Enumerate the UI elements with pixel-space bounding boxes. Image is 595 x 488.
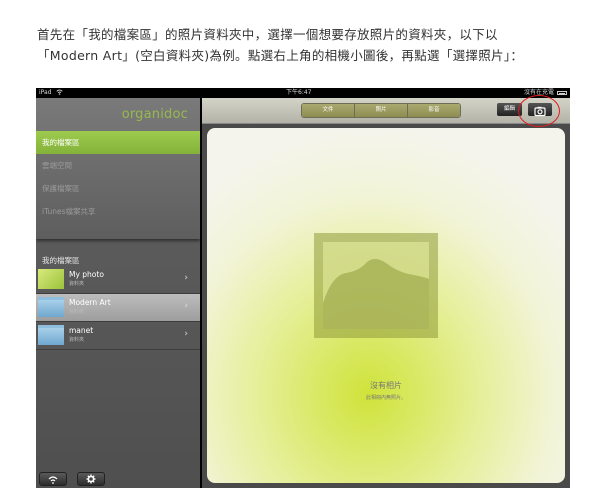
folder-icon (38, 297, 64, 317)
battery-icon (557, 91, 567, 95)
settings-button[interactable] (77, 472, 105, 486)
folder-item-manet[interactable]: manet 資料夾 › (36, 322, 200, 350)
gear-icon (86, 474, 96, 484)
toolbar: 文件 照片 影音 編輯 (202, 95, 570, 127)
sidebar-item-cloud[interactable]: 雲端空間 (36, 154, 200, 177)
sidebar: organidoc 我的檔案區 雲端空間 保護檔案區 iTunes檔案共享 我的… (36, 98, 200, 488)
ipad-screenshot: iPad 下午6:47 沒有在充電 organidoc 我的檔案區 雲端空間 保… (36, 88, 570, 488)
chevron-right-icon: › (184, 301, 188, 311)
folder-name: My photo (69, 270, 104, 279)
folder-subtitle: 資料夾 (69, 309, 85, 315)
status-bar: iPad 下午6:47 沒有在充電 (36, 88, 570, 98)
sidebar-nav-panel: organidoc 我的檔案區 雲端空間 保護檔案區 iTunes檔案共享 (36, 98, 200, 239)
photo-content-area: 沒有相片 此相冊內無照片。 (207, 128, 565, 483)
wifi-icon (48, 476, 58, 484)
instruction-line-2: 「Modern Art」(空白資料夾)為例。點選右上角的相機小圖後，再點選「選擇… (37, 48, 524, 63)
instruction-line-1: 首先在「我的檔案區」的照片資料夾中，選擇一個想要存放照片的資料夾，以下以 (37, 27, 498, 42)
segmented-control: 文件 照片 影音 (301, 103, 461, 118)
sidebar-bottom-bar (36, 468, 200, 488)
clock: 下午6:47 (286, 89, 312, 96)
sidebar-item-protected[interactable]: 保護檔案區 (36, 177, 200, 200)
folder-item-modern-art[interactable]: Modern Art 資料夾 › (36, 294, 200, 322)
chevron-right-icon: › (184, 273, 188, 283)
folder-name: Modern Art (69, 298, 111, 307)
chevron-right-icon: › (184, 329, 188, 339)
tab-photos[interactable]: 照片 (355, 104, 408, 117)
folder-subtitle: 資料夾 (69, 281, 85, 287)
folder-item-my-photo[interactable]: My photo 資料夾 › (36, 266, 200, 294)
folder-name: manet (69, 326, 94, 335)
app-logo: organidoc (121, 107, 188, 122)
main-panel: 文件 照片 影音 編輯 沒有相片 此相冊內無照片。 (202, 95, 570, 488)
wifi-button[interactable] (39, 472, 67, 486)
instruction-text: 首先在「我的檔案區」的照片資料夾中，選擇一個想要存放照片的資料夾，以下以 「Mo… (37, 24, 577, 66)
folder-icon (38, 325, 64, 345)
sidebar-item-my-files[interactable]: 我的檔案區 (36, 131, 200, 154)
device-label: iPad (39, 89, 52, 96)
empty-state-title: 沒有相片 (370, 381, 402, 390)
folder-thumbnail (38, 269, 64, 289)
highlight-circle (518, 95, 560, 127)
folder-subtitle: 資料夾 (69, 337, 85, 343)
sidebar-item-itunes[interactable]: iTunes檔案共享 (36, 200, 200, 223)
folder-list: My photo 資料夾 › Modern Art 資料夾 › manet 資料… (36, 266, 200, 350)
tab-media[interactable]: 影音 (408, 104, 460, 117)
tab-documents[interactable]: 文件 (302, 104, 355, 117)
empty-state-subtitle: 此相冊內無照片。 (365, 395, 406, 401)
folder-section-title: 我的檔案區 (42, 256, 80, 265)
placeholder-photo-icon (314, 233, 438, 338)
sidebar-nav: 我的檔案區 雲端空間 保護檔案區 iTunes檔案共享 (36, 131, 200, 223)
